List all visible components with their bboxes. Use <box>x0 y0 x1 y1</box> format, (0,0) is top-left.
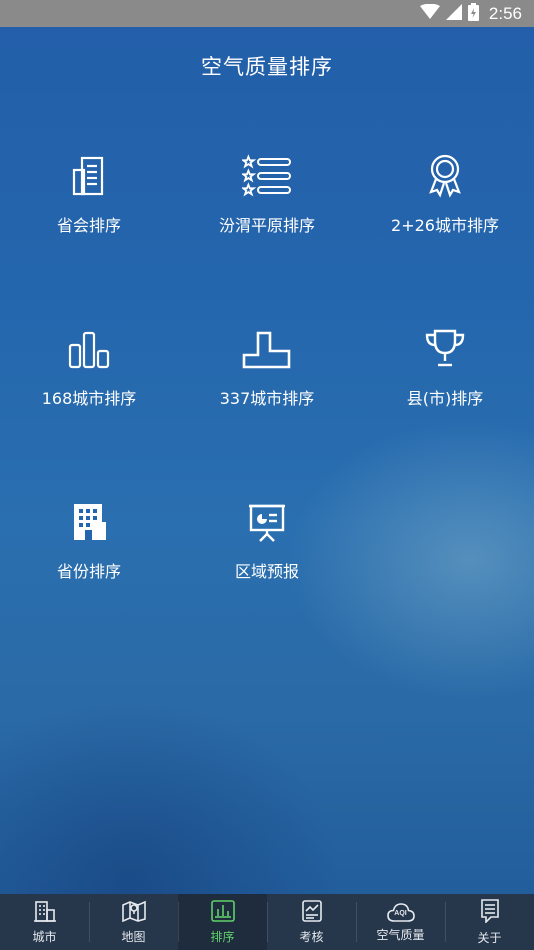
tab-assessment[interactable]: 考核 <box>267 894 356 950</box>
menu-item-fenwei-plain[interactable]: 汾渭平原排序 <box>178 150 356 260</box>
map-icon <box>121 900 146 926</box>
aqi-badge: AQI <box>394 909 407 917</box>
bar-chart-icon <box>63 323 115 375</box>
tab-label: 空气质量 <box>376 927 425 942</box>
ranking-icon <box>210 899 235 926</box>
wifi-icon <box>419 3 440 24</box>
aqi-cloud-icon: AQI <box>386 902 415 924</box>
menu-item-provincial-capital[interactable]: 省会排序 <box>0 150 178 260</box>
background <box>0 0 534 950</box>
assessment-icon <box>301 899 323 926</box>
menu-item-county-cities[interactable]: 县(市)排序 <box>356 323 534 433</box>
tab-air-quality[interactable]: AQI 空气质量 <box>356 894 445 950</box>
header: 空气质量排序 <box>0 27 534 105</box>
tab-label: 城市 <box>32 929 57 944</box>
tab-ranking[interactable]: 排序 <box>178 894 267 950</box>
status-time: 2:56 <box>488 3 522 23</box>
signal-icon <box>445 3 462 24</box>
menu-item-337-cities[interactable]: 337城市排序 <box>178 323 356 433</box>
about-icon <box>479 898 501 927</box>
battery-icon <box>467 2 479 25</box>
menu-item-label: 汾渭平原排序 <box>218 216 315 235</box>
tab-map[interactable]: 地图 <box>89 894 178 950</box>
tab-city[interactable]: 城市 <box>0 894 89 950</box>
menu-item-label: 2+26城市排序 <box>391 216 499 235</box>
menu-item-168-cities[interactable]: 168城市排序 <box>0 323 178 433</box>
tab-label: 关于 <box>477 930 502 945</box>
presentation-board-icon <box>241 496 293 548</box>
menu-item-label: 168城市排序 <box>41 389 137 408</box>
step-chart-icon <box>241 323 293 375</box>
office-tower-icon <box>63 496 115 548</box>
menu-item-label: 省会排序 <box>56 216 121 235</box>
menu-item-regional-forecast[interactable]: 区域预报 <box>178 496 356 606</box>
tab-label: 地图 <box>121 929 146 944</box>
menu-item-label: 省份排序 <box>56 562 121 581</box>
trophy-icon <box>419 323 471 375</box>
menu-item-label: 337城市排序 <box>219 389 315 408</box>
star-list-icon <box>241 150 293 202</box>
menu-item-label: 区域预报 <box>234 562 299 581</box>
menu-item-label: 县(市)排序 <box>406 389 484 408</box>
menu-item-provinces[interactable]: 省份排序 <box>0 496 178 606</box>
building-icon <box>63 150 115 202</box>
award-ribbon-icon <box>419 150 471 202</box>
bottom-tab-bar: 城市 地图 排序 考核 AQI 空气质量 关于 <box>0 894 534 950</box>
page-title: 空气质量排序 <box>201 55 333 79</box>
menu-item-2-26-cities[interactable]: 2+26城市排序 <box>356 150 534 260</box>
city-icon <box>33 900 56 926</box>
tab-label: 考核 <box>299 929 324 944</box>
status-bar: 2:56 <box>0 0 534 27</box>
tab-label: 排序 <box>210 929 235 944</box>
tab-about[interactable]: 关于 <box>445 894 534 950</box>
